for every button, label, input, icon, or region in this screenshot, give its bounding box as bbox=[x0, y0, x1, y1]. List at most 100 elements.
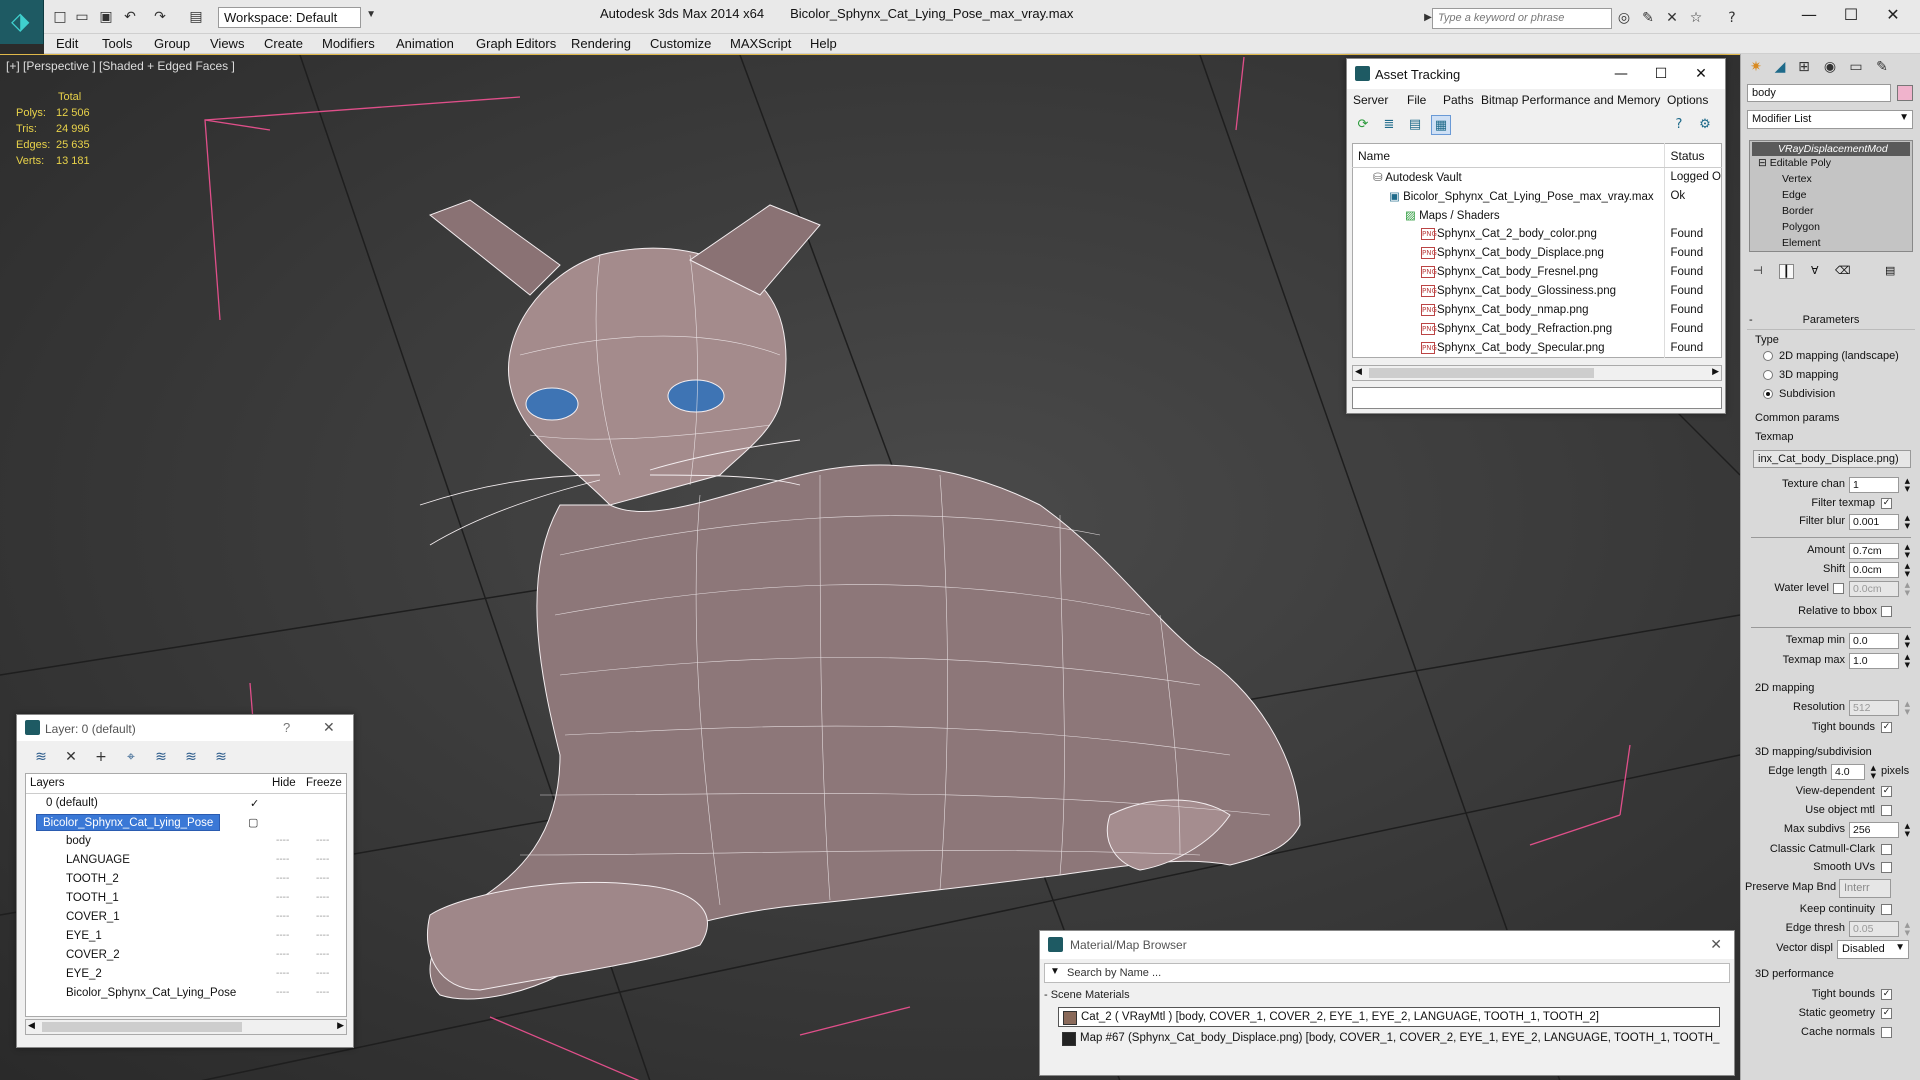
layer-row[interactable]: TOOTH_2 ---- ---- bbox=[26, 870, 346, 889]
use-object-mtl-checkbox[interactable] bbox=[1881, 805, 1892, 816]
asset-menu-file[interactable]: File bbox=[1407, 93, 1426, 107]
asset-menu-server[interactable]: Server bbox=[1353, 93, 1388, 107]
detail-view-icon[interactable]: ▤ bbox=[1405, 115, 1425, 135]
asset-row[interactable]: PNGSphynx_Cat_body_Glossiness.png Found bbox=[1353, 281, 1722, 301]
parameters-rollout[interactable]: - Parameters bbox=[1747, 314, 1915, 330]
stack-item-vraydisplacement[interactable]: VRayDisplacementMod bbox=[1752, 142, 1910, 156]
layer-horizontal-scrollbar[interactable]: ◀ ▶ bbox=[25, 1019, 347, 1035]
select-in-layer-icon[interactable]: ⌖ bbox=[121, 747, 141, 767]
preserve-map-dropdown[interactable]: Interr bbox=[1839, 879, 1891, 898]
texmap-button[interactable]: inx_Cat_body_Displace.png) bbox=[1753, 450, 1911, 468]
filter-blur-spinner[interactable]: 0.001 ▲ ▼ bbox=[1849, 514, 1910, 530]
water-level-checkbox[interactable] bbox=[1833, 583, 1844, 594]
tight-bounds-perf-checkbox[interactable]: ✓ bbox=[1881, 989, 1892, 1000]
menu-animation[interactable]: Animation bbox=[396, 36, 454, 51]
layer-row[interactable]: EYE_2 ---- ---- bbox=[26, 965, 346, 984]
help-icon[interactable]: ? bbox=[1669, 115, 1689, 135]
menu-customize[interactable]: Customize bbox=[650, 36, 711, 51]
asset-menu-options[interactable]: Options bbox=[1667, 93, 1708, 107]
hide-toggle[interactable]: ---- bbox=[276, 854, 289, 865]
resolution-spinner[interactable]: 512 ▲ ▼ bbox=[1849, 700, 1910, 716]
shift-spinner[interactable]: 0.0cm ▲ ▼ bbox=[1849, 562, 1910, 578]
freeze-toggle[interactable]: ---- bbox=[316, 949, 329, 960]
refresh-icon[interactable]: ⟳ bbox=[1353, 115, 1373, 135]
cache-normals-checkbox[interactable] bbox=[1881, 1027, 1892, 1038]
asset-path-field[interactable] bbox=[1352, 387, 1722, 409]
spinner-arrows-icon[interactable]: ▲ ▼ bbox=[1905, 822, 1910, 838]
spinner-arrows-icon[interactable]: ▲ ▼ bbox=[1905, 633, 1910, 649]
maximize-icon[interactable]: ☐ bbox=[1830, 2, 1872, 28]
layer-row[interactable]: EYE_1 ---- ---- bbox=[26, 927, 346, 946]
freeze-toggle[interactable]: ---- bbox=[316, 835, 329, 846]
settings-icon[interactable]: ⚙ bbox=[1695, 115, 1715, 135]
material-item[interactable]: Map #67 (Sphynx_Cat_body_Displace.png) [… bbox=[1058, 1029, 1720, 1049]
modify-tab-icon[interactable]: ◢ bbox=[1769, 57, 1791, 77]
display-tab-icon[interactable]: ▭ bbox=[1845, 57, 1867, 77]
asset-row[interactable]: PNGSphynx_Cat_body_nmap.png Found bbox=[1353, 300, 1722, 320]
classic-catmull-checkbox[interactable] bbox=[1881, 844, 1892, 855]
material-search-input[interactable]: Search by Name ... bbox=[1044, 963, 1730, 983]
binoculars-icon[interactable]: ◎ bbox=[1614, 8, 1634, 28]
max-subdivs-spinner[interactable]: 256 ▲ ▼ bbox=[1849, 822, 1910, 838]
tight-bounds-checkbox[interactable]: ✓ bbox=[1881, 722, 1892, 733]
menu-modifiers[interactable]: Modifiers bbox=[322, 36, 375, 51]
asset-row[interactable]: PNGSphynx_Cat_2_body_color.png Found bbox=[1353, 224, 1722, 244]
minimize-icon[interactable]: — bbox=[1788, 2, 1830, 28]
search-input[interactable]: Type a keyword or phrase bbox=[1432, 8, 1612, 29]
menu-group[interactable]: Group bbox=[154, 36, 190, 51]
stack-item-element[interactable]: Element bbox=[1782, 237, 1821, 249]
communication-center-icon[interactable]: ✕ bbox=[1662, 8, 1682, 28]
close-icon[interactable]: ✕ bbox=[1710, 936, 1722, 953]
favorites-star-icon[interactable]: ☆ bbox=[1686, 8, 1706, 28]
current-layer-check-icon[interactable]: ✓ bbox=[250, 797, 259, 810]
radio-2d-mapping[interactable] bbox=[1763, 351, 1773, 361]
scroll-right-icon[interactable]: ▶ bbox=[337, 1020, 344, 1031]
asset-tracking-titlebar[interactable]: Asset Tracking — ☐ ✕ bbox=[1347, 59, 1725, 89]
layer-row[interactable]: COVER_1 ---- ---- bbox=[26, 908, 346, 927]
undo-icon[interactable]: ↶ bbox=[120, 7, 140, 27]
stack-item-editable-poly[interactable]: ⊟ Editable Poly bbox=[1758, 157, 1831, 169]
amount-spinner[interactable]: 0.7cm ▲ ▼ bbox=[1849, 543, 1910, 559]
highlight-layer-icon[interactable]: ≋ bbox=[151, 747, 171, 767]
hide-all-layers-icon[interactable]: ≋ bbox=[181, 747, 201, 767]
texmap-max-spinner[interactable]: 1.0 ▲ ▼ bbox=[1849, 653, 1910, 669]
spinner-arrows-icon[interactable]: ▲ ▼ bbox=[1905, 514, 1910, 530]
menu-edit[interactable]: Edit bbox=[56, 36, 78, 51]
scene-materials-group[interactable]: - Scene Materials bbox=[1044, 989, 1130, 1001]
spinner-arrows-icon[interactable]: ▲ ▼ bbox=[1905, 653, 1910, 669]
list-view-icon[interactable]: ≣ bbox=[1379, 115, 1399, 135]
help-icon[interactable]: ? bbox=[283, 720, 290, 735]
texture-chan-spinner[interactable]: 1 ▲ ▼ bbox=[1849, 477, 1910, 493]
radio-3d-mapping[interactable] bbox=[1763, 370, 1773, 380]
column-name[interactable]: Name bbox=[1352, 143, 1665, 168]
view-dependent-checkbox[interactable]: ✓ bbox=[1881, 786, 1892, 797]
scroll-right-icon[interactable]: ▶ bbox=[1712, 366, 1719, 377]
menu-tools[interactable]: Tools bbox=[102, 36, 132, 51]
menu-graph-editors[interactable]: Graph Editors bbox=[476, 36, 556, 51]
add-to-layer-icon[interactable]: + bbox=[91, 747, 111, 767]
layer-row[interactable]: TOOTH_1 ---- ---- bbox=[26, 889, 346, 908]
stack-item-border[interactable]: Border bbox=[1782, 205, 1814, 217]
spinner-arrows-icon[interactable]: ▲ ▼ bbox=[1905, 562, 1910, 578]
make-unique-icon[interactable]: ∀ bbox=[1811, 264, 1819, 277]
layer-row[interactable]: Bicolor_Sphynx_Cat_Lying_Pose ▢ bbox=[26, 813, 346, 832]
minimize-icon[interactable]: — bbox=[1603, 63, 1639, 85]
modifier-list-dropdown[interactable]: Modifier List ▼ bbox=[1747, 110, 1913, 129]
scroll-left-icon[interactable]: ◀ bbox=[28, 1020, 35, 1031]
utilities-tab-icon[interactable]: ✎ bbox=[1871, 57, 1893, 77]
hide-toggle[interactable]: ---- bbox=[276, 873, 289, 884]
spinner-arrows-icon[interactable]: ▲ ▼ bbox=[1905, 921, 1910, 937]
app-menu-button[interactable]: ⬗ bbox=[0, 0, 44, 44]
layer-row[interactable]: body ---- ---- bbox=[26, 832, 346, 851]
hide-toggle[interactable]: ---- bbox=[276, 930, 289, 941]
configure-modifier-sets-icon[interactable]: ▤ bbox=[1885, 264, 1895, 277]
help-icon[interactable]: ? bbox=[1722, 8, 1742, 28]
hide-toggle[interactable]: ---- bbox=[276, 968, 289, 979]
maximize-icon[interactable]: ☐ bbox=[1643, 63, 1679, 85]
stack-item-vertex[interactable]: Vertex bbox=[1782, 173, 1812, 185]
spinner-arrows-icon[interactable]: ▲ ▼ bbox=[1871, 764, 1876, 780]
smooth-uvs-checkbox[interactable] bbox=[1881, 862, 1892, 873]
asset-menu-bitmap-performance[interactable]: Bitmap Performance and Memory bbox=[1481, 93, 1660, 107]
hide-toggle[interactable]: ---- bbox=[276, 835, 289, 846]
search-options-icon[interactable]: ▼ bbox=[1050, 966, 1060, 977]
